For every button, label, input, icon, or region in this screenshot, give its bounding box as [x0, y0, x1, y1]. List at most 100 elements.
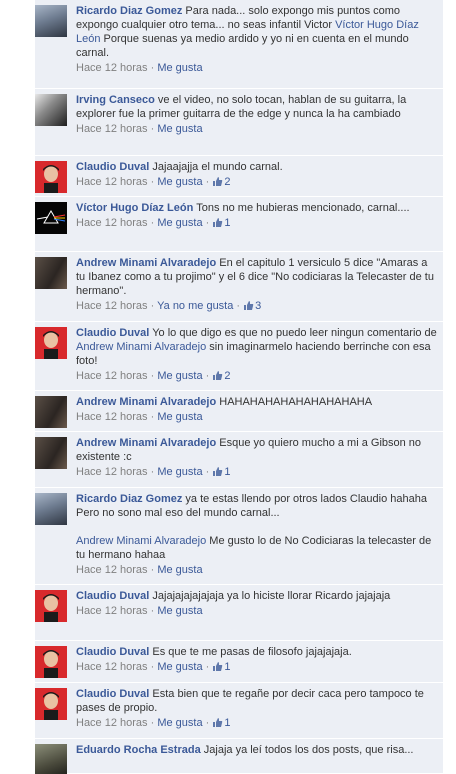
comment-item: Claudio Duval Es que te me pasas de filo… — [35, 641, 443, 683]
timestamp: Hace 12 horas — [76, 217, 148, 229]
like-count[interactable]: 1 — [212, 717, 230, 729]
comment-author[interactable]: Ricardo Diaz Gomez — [76, 493, 182, 505]
comment-item: Andrew Minami Alvaradejo En el capitulo … — [35, 252, 443, 322]
avatar-face-icon — [43, 692, 59, 720]
thumbs-up-icon — [213, 371, 223, 380]
comment-text: Jajajajajajajaja ya lo hiciste llorar Ri… — [152, 590, 391, 602]
comment-author[interactable]: Claudio Duval — [76, 161, 149, 173]
like-count[interactable]: 2 — [212, 370, 230, 382]
comment-body: Claudio Duval Es que te me pasas de filo… — [76, 645, 439, 674]
comment-item: Andrew Minami Alvaradejo HAHAHAHAHAHAHAH… — [35, 391, 443, 432]
avatar[interactable] — [35, 202, 67, 234]
thumbs-up-icon — [213, 718, 223, 727]
timestamp: Hace 12 horas — [76, 176, 148, 188]
comment-item: Irving Canseco ve el video, no solo toca… — [35, 89, 443, 156]
avatar-face-icon — [43, 594, 59, 622]
like-count[interactable]: 3 — [243, 300, 261, 312]
timestamp: Hace 12 horas — [76, 466, 148, 478]
comment-author[interactable]: Claudio Duval — [76, 688, 149, 700]
mention-link[interactable]: Andrew Minami Alvaradejo — [76, 341, 206, 353]
comment-item: Ricardo Diaz Gomez ya te estas llendo po… — [35, 488, 443, 585]
comment-text: Es que te me pasas de filosofo jajajajaj… — [152, 646, 352, 658]
like-count[interactable]: 1 — [212, 217, 230, 229]
like-button[interactable]: Me gusta — [157, 605, 202, 617]
comment-item: Eduardo Rocha Estrada Jajaja ya leí todo… — [35, 739, 443, 774]
comment-meta: Hace 12 horas · Me gusta — [76, 564, 203, 576]
comment-meta: Hace 12 horas · Me gusta · 1 — [76, 217, 231, 229]
thumbs-up-icon — [244, 301, 254, 310]
comment-text: Porque suenas ya medio ardido y yo ni en… — [76, 33, 409, 59]
like-button[interactable]: Me gusta — [157, 123, 202, 135]
comment-body: Ricardo Diaz Gomez Para nada... solo exp… — [76, 4, 439, 75]
thumbs-up-icon — [213, 662, 223, 671]
like-count[interactable]: 1 — [212, 466, 230, 478]
avatar[interactable] — [35, 590, 67, 622]
comment-author[interactable]: Andrew Minami Alvaradejo — [76, 437, 216, 449]
comment-meta: Hace 12 horas · Ya no me gusta · 3 — [76, 300, 262, 312]
comment-author[interactable]: Andrew Minami Alvaradejo — [76, 396, 216, 408]
comment-meta: Hace 12 horas · Me gusta — [76, 123, 203, 135]
comment-author[interactable]: Andrew Minami Alvaradejo — [76, 257, 216, 269]
comment-thread: Ricardo Diaz Gomez Para nada... solo exp… — [0, 0, 456, 774]
unlike-button[interactable]: Ya no me gusta — [157, 300, 233, 312]
avatar[interactable] — [35, 688, 67, 720]
comment-item: Claudio Duval Esta bien que te regañe po… — [35, 683, 443, 739]
comment-author[interactable]: Ricardo Diaz Gomez — [76, 5, 182, 17]
timestamp: Hace 12 horas — [76, 370, 148, 382]
comment-meta: Hace 12 horas · Me gusta · 2 — [76, 370, 231, 382]
avatar[interactable] — [35, 5, 67, 37]
timestamp: Hace 12 horas — [76, 717, 148, 729]
comment-author[interactable]: Claudio Duval — [76, 327, 149, 339]
like-button[interactable]: Me gusta — [157, 717, 202, 729]
comment-author[interactable]: Claudio Duval — [76, 590, 149, 602]
comment-meta: Hace 12 horas · Me gusta · 2 — [76, 176, 231, 188]
like-button[interactable]: Me gusta — [157, 564, 202, 576]
comment-body: Ricardo Diaz Gomez ya te estas llendo po… — [76, 492, 439, 577]
comment-item: Ricardo Diaz Gomez Para nada... solo exp… — [35, 0, 443, 89]
like-button[interactable]: Me gusta — [157, 176, 202, 188]
avatar[interactable] — [35, 437, 67, 469]
thumbs-up-icon — [213, 177, 223, 186]
like-button[interactable]: Me gusta — [157, 411, 202, 423]
comment-meta: Hace 12 horas · Me gusta · 1 — [76, 717, 231, 729]
timestamp: Hace 12 horas — [76, 411, 148, 423]
avatar[interactable] — [35, 493, 67, 525]
comment-item: Claudio Duval Jajajajajajajaja ya lo hic… — [35, 585, 443, 641]
like-button[interactable]: Me gusta — [157, 62, 202, 74]
comment-item: Víctor Hugo Díaz León Tons no me hubiera… — [35, 197, 443, 252]
avatar[interactable] — [35, 327, 67, 359]
mention-link[interactable]: Andrew Minami Alvaradejo — [76, 535, 206, 547]
like-button[interactable]: Me gusta — [157, 370, 202, 382]
avatar[interactable] — [35, 257, 67, 289]
comment-meta: Hace 12 horas · Me gusta — [76, 411, 203, 423]
avatar[interactable] — [35, 94, 67, 126]
avatar[interactable] — [35, 396, 67, 428]
avatar[interactable] — [35, 646, 67, 678]
comment-body: Andrew Minami Alvaradejo HAHAHAHAHAHAHAH… — [76, 395, 439, 424]
comment-author[interactable]: Irving Canseco — [76, 94, 155, 106]
like-button[interactable]: Me gusta — [157, 466, 202, 478]
like-button[interactable]: Me gusta — [157, 217, 202, 229]
avatar-face-icon — [43, 331, 59, 359]
avatar[interactable] — [35, 161, 67, 193]
avatar-face-icon — [43, 165, 59, 193]
comment-text: Tons no me hubieras mencionado, carnal..… — [196, 202, 410, 214]
timestamp: Hace 12 horas — [76, 300, 148, 312]
comment-text: Jajaajajja el mundo carnal. — [152, 161, 283, 173]
comment-meta: Hace 12 horas · Me gusta — [76, 62, 203, 74]
comment-author[interactable]: Víctor Hugo Díaz León — [76, 202, 193, 214]
avatar[interactable] — [35, 744, 67, 774]
thumbs-up-icon — [213, 467, 223, 476]
comment-item: Claudio Duval Jajaajajja el mundo carnal… — [35, 156, 443, 197]
like-count[interactable]: 1 — [212, 661, 230, 673]
comment-author[interactable]: Claudio Duval — [76, 646, 149, 658]
like-count[interactable]: 2 — [212, 176, 230, 188]
comment-text: Jajaja ya leí todos los dos posts, que r… — [203, 744, 414, 756]
comment-body: Claudio Duval Esta bien que te regañe po… — [76, 687, 439, 730]
comment-meta: Hace 12 horas · Me gusta — [76, 605, 203, 617]
prism-icon — [36, 210, 66, 224]
timestamp: Hace 12 horas — [76, 605, 148, 617]
timestamp: Hace 12 horas — [76, 661, 148, 673]
comment-author[interactable]: Eduardo Rocha Estrada — [76, 744, 201, 756]
like-button[interactable]: Me gusta — [157, 661, 202, 673]
